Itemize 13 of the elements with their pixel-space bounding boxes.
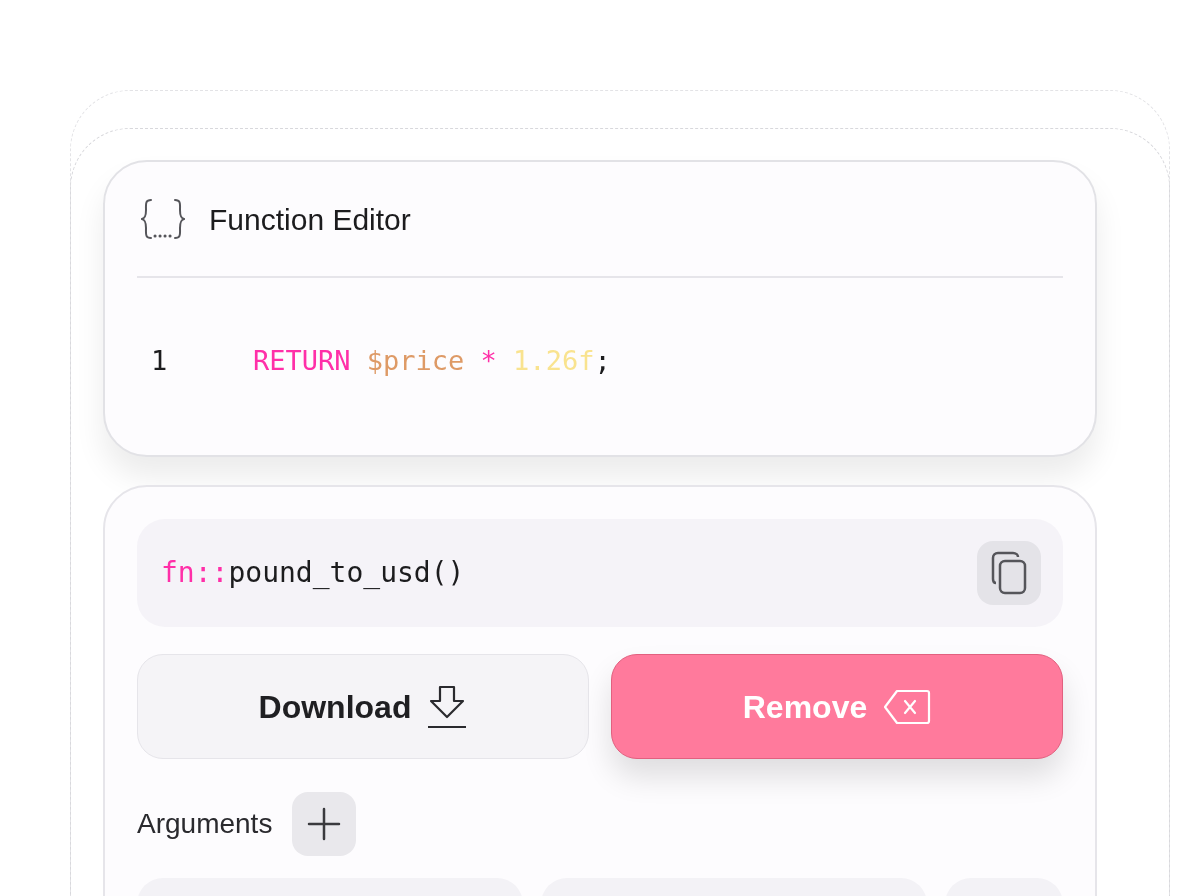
copy-button[interactable] — [977, 541, 1041, 605]
download-button[interactable]: Download — [137, 654, 589, 759]
download-icon — [427, 684, 468, 729]
editor-title: Function Editor — [209, 201, 411, 238]
code-line: RETURN $price * 1.26f; — [253, 344, 611, 378]
arguments-label: Arguments — [137, 807, 273, 841]
add-argument-button[interactable] — [292, 792, 357, 856]
line-number: 1 — [150, 344, 169, 378]
plus-icon — [307, 807, 342, 841]
braces-icon — [141, 198, 185, 240]
delete-icon — [883, 688, 932, 725]
function-signature: fn::pound_to_usd() — [161, 555, 465, 591]
copy-icon — [991, 551, 1027, 595]
